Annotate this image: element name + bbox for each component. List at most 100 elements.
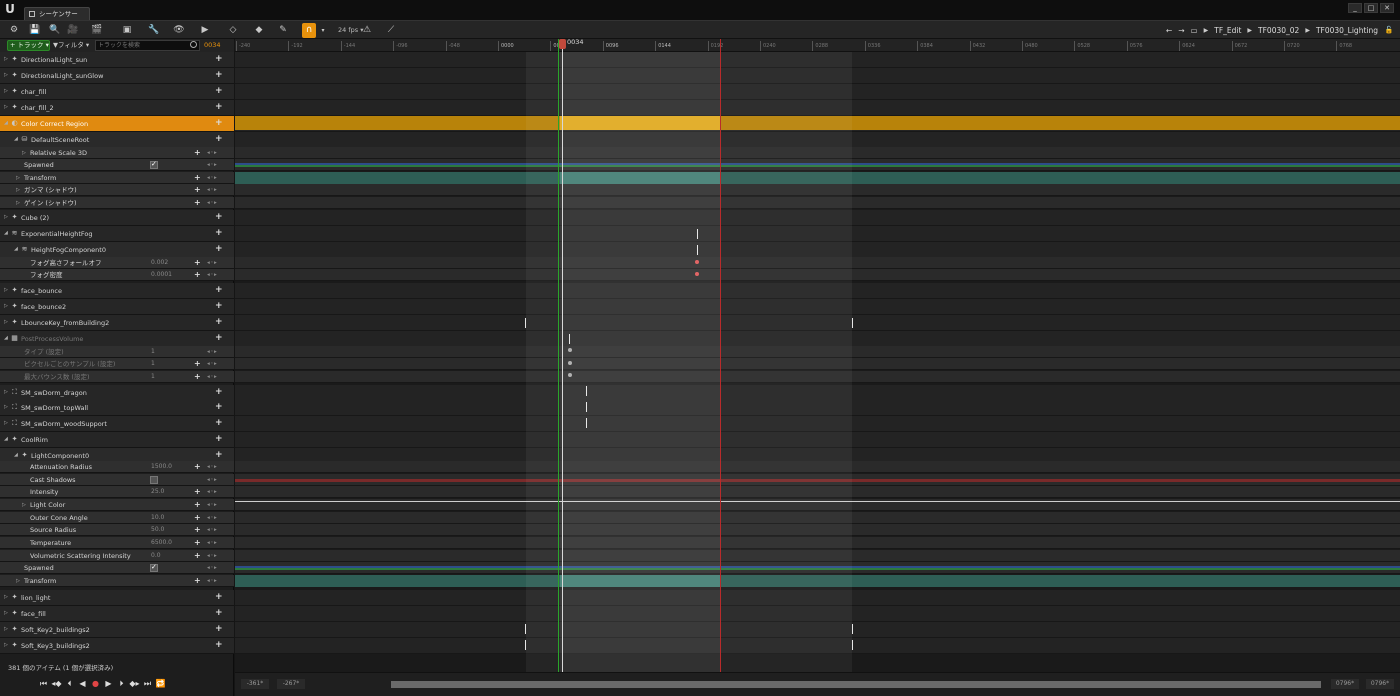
add-icon[interactable]: +	[215, 638, 223, 653]
next-key-icon[interactable]: ◆▸	[129, 678, 140, 689]
add-icon[interactable]: +	[194, 371, 201, 383]
scrollbar-thumb[interactable]	[391, 681, 1321, 688]
property-value[interactable]: 0.0	[151, 550, 161, 562]
key-navigation-icon[interactable]: ◂◦▸	[207, 184, 217, 196]
lock-icon[interactable]: 🔓	[1384, 23, 1394, 38]
property-value[interactable]: 10.0	[151, 512, 164, 524]
checkbox[interactable]	[150, 476, 158, 484]
track-lane[interactable]	[235, 524, 1400, 536]
key-navigation-icon[interactable]: ◂◦▸	[207, 575, 217, 587]
step-forward-icon[interactable]: ⏵	[116, 678, 127, 689]
add-icon[interactable]: +	[215, 299, 223, 314]
checkbox[interactable]	[150, 563, 158, 572]
add-icon[interactable]: +	[215, 315, 223, 330]
maximize-button[interactable]: □	[1364, 3, 1378, 13]
track-row[interactable]: ▷ ✦ face_bounce2 +	[0, 299, 234, 315]
chevron-right-icon[interactable]: ▷	[4, 319, 8, 325]
track-lane[interactable]	[235, 84, 1400, 100]
jump-to-end-icon[interactable]: ⏭	[142, 678, 153, 689]
key-navigation-icon[interactable]: ◂◦▸	[207, 147, 217, 159]
actors-to-sequencer-icon[interactable]: ▣	[120, 23, 134, 38]
view-end-field[interactable]: -267*	[277, 679, 305, 689]
keyframe-dot[interactable]	[568, 373, 572, 377]
key-navigation-icon[interactable]: ◂◦▸	[207, 172, 217, 184]
keyframe-tick[interactable]	[697, 229, 698, 239]
view-options-icon[interactable]: 👁	[170, 23, 188, 38]
add-icon[interactable]: +	[215, 132, 223, 147]
key-options-icon[interactable]: ◇	[224, 23, 242, 38]
breadcrumb-item[interactable]: TF_Edit	[1214, 26, 1241, 35]
chevron-right-icon[interactable]: ▷	[16, 200, 20, 206]
keyframe-tick[interactable]	[586, 418, 587, 428]
keyframe-tick[interactable]	[586, 402, 587, 412]
chevron-right-icon[interactable]: ▷	[4, 420, 8, 426]
chevron-right-icon[interactable]: ▷	[16, 175, 20, 181]
property-track-row[interactable]: Spawned ◂◦▸	[0, 159, 234, 171]
chevron-right-icon[interactable]: ▷	[4, 610, 8, 616]
keyframe-tick[interactable]	[525, 640, 526, 650]
world-settings-icon[interactable]: ⚙	[6, 23, 22, 38]
track-row[interactable]: ▷ ✦ char_fill_2 +	[0, 100, 234, 116]
chevron-right-icon[interactable]: ▷	[16, 578, 20, 584]
working-start-field[interactable]: 0796*	[1331, 679, 1359, 689]
add-icon[interactable]: +	[215, 116, 223, 131]
property-value[interactable]: 1	[151, 371, 155, 383]
current-frame-readout[interactable]: 0034	[204, 40, 221, 51]
track-lane[interactable]	[235, 385, 1400, 401]
section-bar[interactable]	[235, 116, 1400, 130]
add-icon[interactable]: +	[215, 100, 223, 115]
playhead-line[interactable]	[562, 39, 563, 672]
track-lane[interactable]	[235, 100, 1400, 116]
keyframe-tick[interactable]	[697, 245, 698, 255]
add-icon[interactable]: +	[194, 486, 201, 498]
key-navigation-icon[interactable]: ◂◦▸	[207, 371, 217, 383]
track-lane[interactable]	[235, 486, 1400, 498]
keyframe-tick[interactable]	[852, 318, 853, 328]
key-navigation-icon[interactable]: ◂◦▸	[207, 474, 217, 486]
keyframe-dot[interactable]	[695, 260, 699, 264]
track-lane[interactable]	[235, 68, 1400, 84]
property-value[interactable]: 50.0	[151, 524, 164, 536]
track-lanes[interactable]	[235, 52, 1400, 672]
keyframe-tick[interactable]	[525, 624, 526, 634]
key-navigation-icon[interactable]: ◂◦▸	[207, 159, 217, 171]
add-icon[interactable]: +	[215, 84, 223, 99]
transform-section-bar[interactable]	[235, 172, 1400, 184]
property-value[interactable]: 6500.0	[151, 537, 172, 549]
track-lane[interactable]	[235, 315, 1400, 331]
add-icon[interactable]: +	[194, 269, 201, 281]
property-track-row[interactable]: フォグ高さフォールオフ 0.002 + ◂◦▸	[0, 257, 234, 269]
track-lane[interactable]	[235, 537, 1400, 549]
add-icon[interactable]: +	[194, 197, 201, 209]
record-icon[interactable]: ●	[90, 678, 101, 689]
spawned-bar[interactable]	[235, 568, 1400, 570]
save-icon[interactable]: 💾	[28, 23, 42, 38]
breadcrumb-item[interactable]: TF0030_02	[1258, 26, 1299, 35]
property-track-row[interactable]: ▷ Relative Scale 3D + ◂◦▸	[0, 147, 234, 159]
track-row[interactable]: ▷ ⛶ SM_swDorm_topWall +	[0, 400, 234, 416]
add-icon[interactable]: +	[194, 524, 201, 536]
chevron-right-icon[interactable]: ▷	[16, 187, 20, 193]
track-lane[interactable]	[235, 590, 1400, 606]
add-icon[interactable]: +	[215, 400, 223, 415]
add-icon[interactable]: +	[215, 68, 223, 83]
key-navigation-icon[interactable]: ◂◦▸	[207, 562, 217, 574]
property-track-row[interactable]: 最大バウンス数 (設定) 1 + ◂◦▸	[0, 371, 234, 383]
add-icon[interactable]: +	[215, 226, 223, 241]
property-track-row[interactable]: Intensity 25.0 + ◂◦▸	[0, 486, 234, 498]
filter-button[interactable]: ▼フィルタ ▾	[53, 40, 93, 51]
key-navigation-icon[interactable]: ◂◦▸	[207, 486, 217, 498]
add-icon[interactable]: +	[194, 257, 201, 269]
snap-magnet-icon[interactable]: ∩	[302, 23, 316, 38]
track-row[interactable]: ◢ ⛁ DefaultSceneRoot +	[0, 132, 234, 148]
key-navigation-icon[interactable]: ◂◦▸	[207, 257, 217, 269]
add-track-button[interactable]: + トラック ▾	[7, 40, 50, 51]
track-lane[interactable]	[235, 371, 1400, 383]
key-navigation-icon[interactable]: ◂◦▸	[207, 358, 217, 370]
add-icon[interactable]: +	[215, 331, 223, 346]
add-icon[interactable]: +	[215, 606, 223, 621]
track-row[interactable]: ▷ ✦ DirectionalLight_sun +	[0, 52, 234, 68]
transform-section-bar[interactable]	[235, 575, 1400, 587]
key-navigation-icon[interactable]: ◂◦▸	[207, 550, 217, 562]
track-row[interactable]: ▷ ✦ DirectionalLight_sunGlow +	[0, 68, 234, 84]
